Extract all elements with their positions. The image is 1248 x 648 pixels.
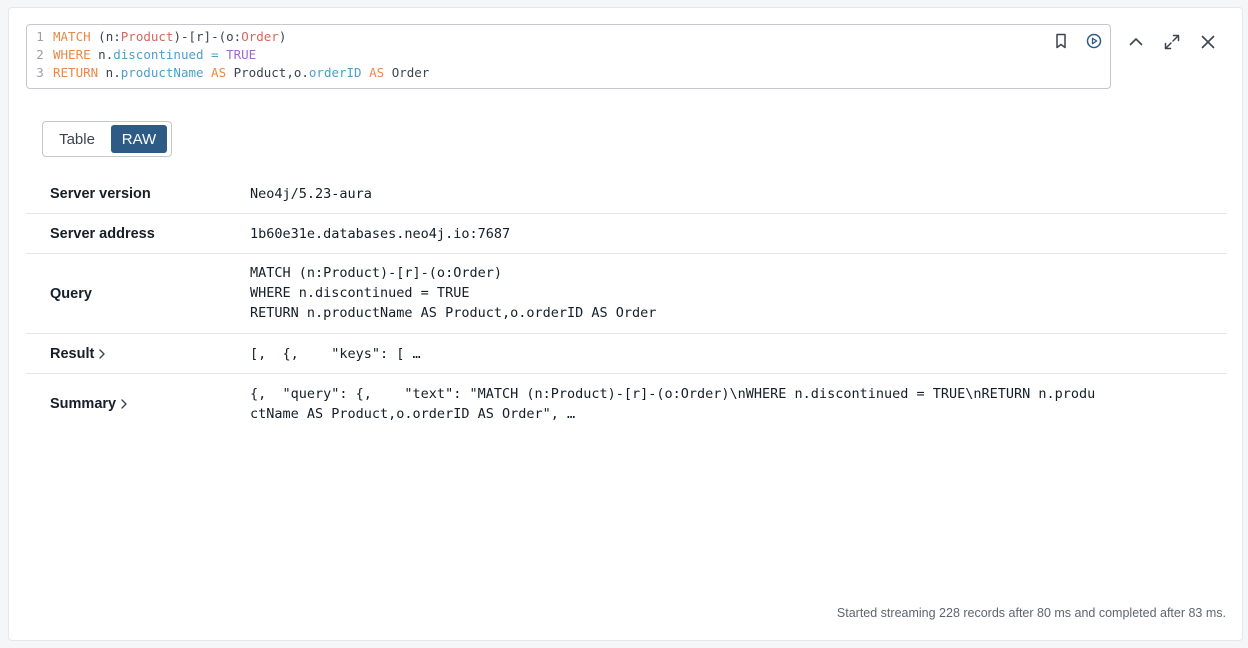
chevron-right-icon	[121, 399, 127, 409]
tab-raw[interactable]: RAW	[111, 125, 167, 153]
row-label: Server address	[50, 226, 155, 242]
code-token: )	[278, 29, 287, 44]
close-button[interactable]	[1196, 30, 1220, 54]
result-frame: 1 MATCH (n:Product)-[r]-(o:Order) 2 WHERE …	[8, 7, 1243, 641]
code-line-3[interactable]: 3 RETURN n.productName AS Product,o.order…	[27, 64, 1027, 82]
code-token: :	[113, 29, 121, 44]
code-token: o	[226, 29, 234, 44]
code-token: orderID	[308, 65, 362, 80]
status-text: Started streaming 228 records after 80 m…	[836, 606, 1226, 620]
chevron-right-icon	[99, 349, 106, 359]
code-token: Product	[120, 29, 174, 44]
code-token: AS	[361, 65, 385, 80]
code-token: =	[203, 47, 227, 62]
code-token: TRUE	[226, 47, 257, 62]
line-number: 2	[36, 47, 44, 62]
code-token: MATCH	[53, 29, 91, 44]
code-token: discontinued	[113, 47, 204, 62]
code-line-1[interactable]: 1 MATCH (n:Product)-[r]-(o:Order)	[27, 28, 1027, 46]
code-token: AS	[203, 65, 227, 80]
row-server-version: Server version Neo4j/5.23-aura	[26, 174, 1227, 214]
fullscreen-button[interactable]	[1160, 30, 1184, 54]
row-summary[interactable]: Summary {, "query": {, "text": "MATCH (n…	[26, 374, 1227, 434]
line-number: 1	[36, 29, 44, 44]
chevron-up-icon	[1129, 38, 1143, 46]
query-editor[interactable]: 1 MATCH (n:Product)-[r]-(o:Order) 2 WHERE …	[26, 24, 1111, 89]
row-label: Query	[50, 286, 92, 302]
summary-toggle[interactable]: Summary	[50, 396, 128, 412]
bookmark-button[interactable]	[1051, 31, 1071, 51]
row-label: Result	[50, 346, 95, 362]
row-value: 1b60e31e.databases.neo4j.io:7687	[250, 226, 511, 242]
close-icon	[1201, 35, 1215, 49]
row-value: [, {, "keys": [ …	[250, 346, 421, 362]
line-number: 3	[36, 65, 44, 80]
code-line-2[interactable]: 2 WHERE n.discontinued = TRUE	[27, 46, 1027, 64]
row-query: Query MATCH (n:Product)-[r]-(o:Order) WH…	[26, 254, 1227, 334]
row-server-address: Server address 1b60e31e.databases.neo4j.…	[26, 214, 1227, 254]
collapse-button[interactable]	[1124, 30, 1148, 54]
run-button[interactable]	[1084, 31, 1104, 51]
code-token: RETURN	[53, 65, 99, 80]
code-token: (	[90, 29, 106, 44]
row-label: Summary	[50, 396, 117, 412]
code-token: n.	[90, 47, 114, 62]
result-toggle[interactable]: Result	[50, 346, 106, 362]
row-value: Neo4j/5.23-aura	[250, 186, 372, 202]
row-result[interactable]: Result [, {, "keys": [ …	[26, 334, 1227, 374]
row-value: MATCH (n:Product)-[r]-(o:Order) WHERE n.…	[250, 265, 657, 321]
code-token: )-[r]-(	[173, 29, 227, 44]
code-token: Product,o.	[226, 65, 309, 80]
code-token: productName	[120, 65, 204, 80]
code-token: Order	[384, 65, 430, 80]
code-token: n.	[98, 65, 121, 80]
expand-icon	[1164, 34, 1180, 50]
bookmark-icon	[1056, 33, 1066, 49]
view-toggle: Table RAW	[42, 121, 172, 157]
code-token: WHERE	[53, 47, 91, 62]
run-icon	[1086, 33, 1102, 49]
code-token: Order	[241, 29, 279, 44]
row-value: {, "query": {, "text": "MATCH (n:Product…	[250, 386, 1096, 422]
tab-table[interactable]: Table	[48, 125, 106, 153]
row-label: Server version	[50, 186, 151, 202]
